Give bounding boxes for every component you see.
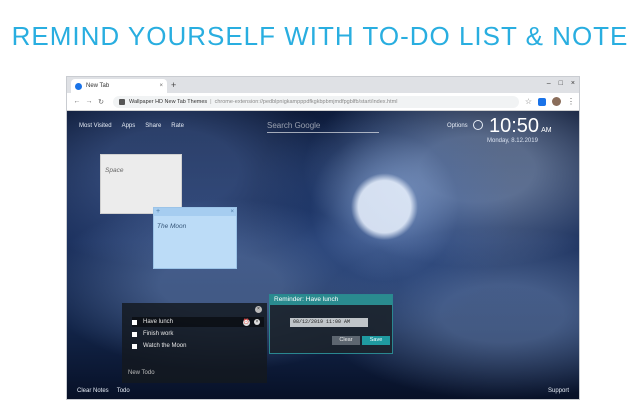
- link-share[interactable]: Share: [145, 123, 161, 129]
- todo-item[interactable]: Have lunch ⏰ ×: [132, 317, 264, 327]
- back-icon[interactable]: ←: [71, 98, 83, 105]
- options-link[interactable]: Options: [447, 123, 468, 129]
- new-todo-input[interactable]: New Todo: [128, 370, 155, 376]
- address-bar[interactable]: Wallpaper HD New Tab Themes | chrome-ext…: [113, 95, 519, 108]
- footer-left: Clear Notes Todo: [77, 388, 130, 394]
- clear-notes-button[interactable]: Clear Notes: [77, 388, 109, 394]
- delete-icon[interactable]: ×: [254, 319, 260, 325]
- extension-icon: [119, 98, 125, 105]
- link-most-visited[interactable]: Most Visited: [79, 123, 112, 129]
- todo-label: Finish work: [143, 331, 174, 337]
- close-note-icon[interactable]: ×: [230, 208, 234, 216]
- browser-window: New Tab × + – □ × ← → ↻ Wallpaper HD New…: [66, 76, 580, 400]
- maximize-icon[interactable]: □: [559, 80, 563, 87]
- todo-button[interactable]: Todo: [117, 388, 130, 394]
- todo-panel: × Have lunch ⏰ × Finish work Watch the M…: [122, 303, 267, 383]
- power-icon[interactable]: [473, 120, 483, 130]
- add-note-icon[interactable]: +: [156, 208, 160, 216]
- close-todo-icon[interactable]: ×: [255, 306, 262, 313]
- support-link[interactable]: Support: [548, 388, 569, 394]
- banner-title: REMIND YOURSELF WITH TO-DO LIST & NOTE: [11, 20, 629, 51]
- tab-bar: New Tab × + – □ ×: [67, 77, 579, 93]
- new-tab-page: Most Visited Apps Share Rate Search Goog…: [67, 111, 579, 399]
- forward-icon[interactable]: →: [83, 98, 95, 105]
- profile-avatar[interactable]: [552, 97, 561, 106]
- url-text: chrome-extension://pedblpnigkampppdfkgkb…: [214, 98, 398, 105]
- top-links: Most Visited Apps Share Rate: [79, 123, 184, 129]
- checkbox[interactable]: [132, 343, 137, 349]
- save-button[interactable]: Save: [362, 336, 390, 345]
- reload-icon[interactable]: ↻: [95, 98, 107, 106]
- browser-toolbar: ← → ↻ Wallpaper HD New Tab Themes | chro…: [67, 93, 579, 111]
- tab-new-tab[interactable]: New Tab ×: [71, 79, 167, 93]
- link-apps[interactable]: Apps: [122, 123, 136, 129]
- alarm-icon[interactable]: ⏰: [243, 318, 250, 326]
- reminder-dialog: Reminder: Have lunch 08/12/2019 11:00 AM…: [269, 294, 393, 354]
- reminder-title: Reminder: Have lunch: [270, 295, 392, 305]
- todo-item[interactable]: Watch the Moon: [132, 341, 264, 351]
- checkbox[interactable]: [132, 319, 137, 325]
- note-moon[interactable]: + × The Moon: [153, 207, 237, 269]
- banner: REMIND YOURSELF WITH TO-DO LIST & NOTE: [0, 0, 640, 72]
- tab-close-icon[interactable]: ×: [159, 83, 163, 89]
- note-space[interactable]: Space: [100, 154, 182, 214]
- clock-time: 10:50: [489, 115, 540, 137]
- note-text[interactable]: The Moon: [157, 223, 186, 230]
- clock: 10:50 AM: [489, 115, 552, 138]
- checkbox[interactable]: [132, 331, 137, 337]
- extension-badge-icon[interactable]: [538, 97, 546, 106]
- chrome-favicon-icon: [75, 82, 82, 90]
- clock-suffix: AM: [541, 127, 552, 134]
- date: Monday, 8.12.2019: [487, 138, 538, 144]
- site-name: Wallpaper HD New Tab Themes: [129, 98, 208, 105]
- close-window-icon[interactable]: ×: [571, 80, 575, 87]
- separator: |: [210, 98, 212, 105]
- toolbar-right: ☆ ⋮: [525, 97, 575, 106]
- reminder-datetime-input[interactable]: 08/12/2019 11:00 AM: [290, 318, 368, 327]
- todo-label: Have lunch: [143, 319, 174, 325]
- bookmark-star-icon[interactable]: ☆: [525, 97, 532, 106]
- todo-label: Watch the Moon: [143, 343, 187, 349]
- note-header[interactable]: [101, 155, 181, 163]
- minimize-icon[interactable]: –: [547, 80, 551, 87]
- tab-title: New Tab: [86, 83, 110, 89]
- note-text[interactable]: Space: [105, 167, 123, 174]
- search-input[interactable]: Search Google: [267, 121, 379, 133]
- link-rate[interactable]: Rate: [171, 123, 184, 129]
- menu-icon[interactable]: ⋮: [567, 97, 575, 106]
- window-controls: – □ ×: [547, 80, 575, 87]
- new-tab-button[interactable]: +: [171, 79, 176, 91]
- clear-button[interactable]: Clear: [332, 336, 360, 345]
- note-header[interactable]: + ×: [154, 208, 236, 216]
- todo-item[interactable]: Finish work: [132, 329, 264, 339]
